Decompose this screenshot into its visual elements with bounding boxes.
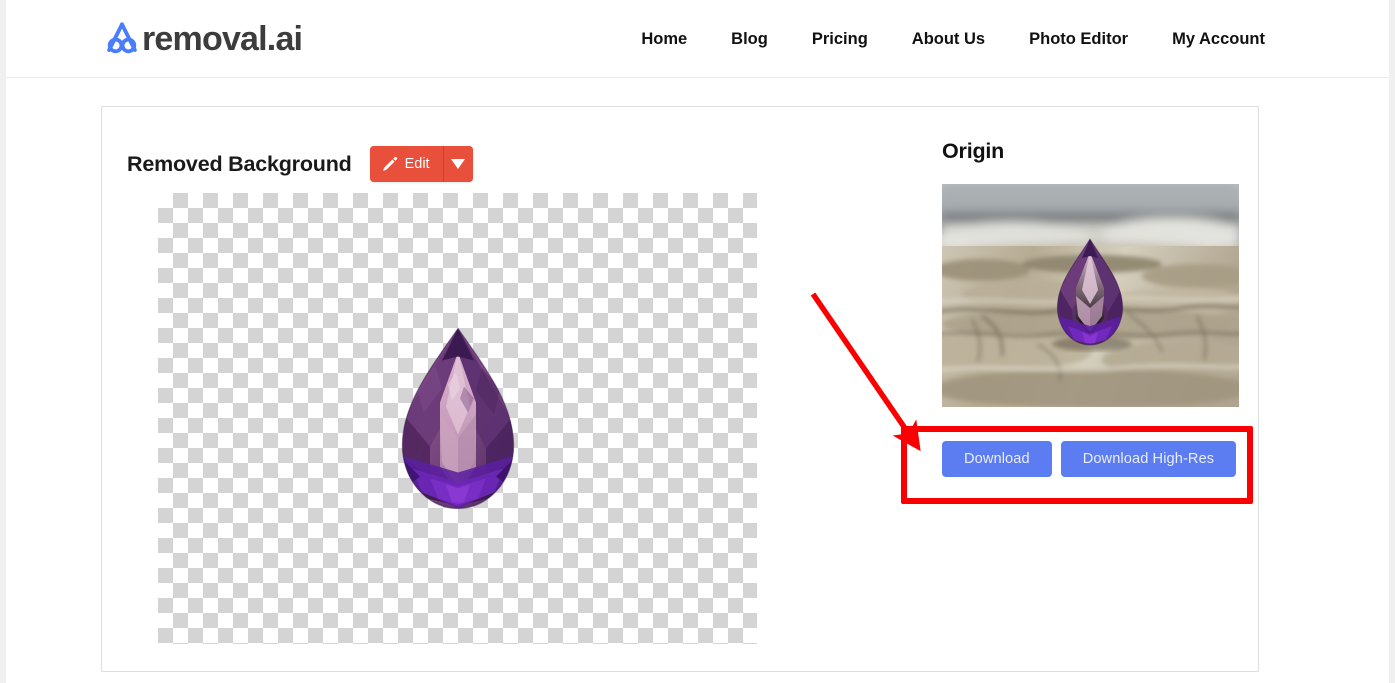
edit-dropdown-toggle[interactable] <box>442 146 473 182</box>
download-button[interactable]: Download <box>942 441 1052 477</box>
page-body: Removed Background Edit Origin Download … <box>6 79 1389 683</box>
caret-down-icon <box>451 159 466 169</box>
transparent-preview-canvas[interactable] <box>158 193 757 644</box>
removed-background-header: Removed Background Edit <box>127 140 767 188</box>
site-header: removal.ai Home Blog Pricing About Us Ph… <box>6 0 1389 78</box>
origin-image-thumbnail[interactable] <box>942 184 1239 407</box>
origin-panel: Origin Download Download High-Res <box>842 107 1239 477</box>
download-high-res-button[interactable]: Download High-Res <box>1060 441 1237 477</box>
nav-item-about-us[interactable]: About Us <box>912 24 985 55</box>
removed-background-panel: Removed Background Edit <box>127 107 767 644</box>
page-title: Removed Background <box>127 151 352 176</box>
brand-name: removal.ai <box>142 19 303 58</box>
edit-button-label: Edit <box>404 156 430 172</box>
origin-title: Origin <box>942 139 1005 163</box>
download-actions: Download Download High-Res <box>942 437 1239 481</box>
removal-ai-logo-icon <box>107 22 137 54</box>
nav-item-photo-editor[interactable]: Photo Editor <box>1029 24 1128 55</box>
edit-button-group: Edit <box>369 146 473 182</box>
result-card: Removed Background Edit Origin Download … <box>101 106 1259 672</box>
nav-item-blog[interactable]: Blog <box>731 24 768 55</box>
browser-viewport: removal.ai Home Blog Pricing About Us Ph… <box>6 0 1389 683</box>
brand-logo-link[interactable]: removal.ai <box>100 14 303 64</box>
pencil-icon <box>382 156 397 171</box>
main-navigation: Home Blog Pricing About Us Photo Editor … <box>641 0 1265 78</box>
nav-item-pricing[interactable]: Pricing <box>812 24 868 55</box>
nav-item-my-account[interactable]: My Account <box>1172 24 1265 55</box>
edit-button[interactable]: Edit <box>369 146 443 182</box>
nav-item-home[interactable]: Home <box>641 24 687 55</box>
cutout-gem-image <box>401 326 514 509</box>
origin-photo <box>942 184 1239 407</box>
